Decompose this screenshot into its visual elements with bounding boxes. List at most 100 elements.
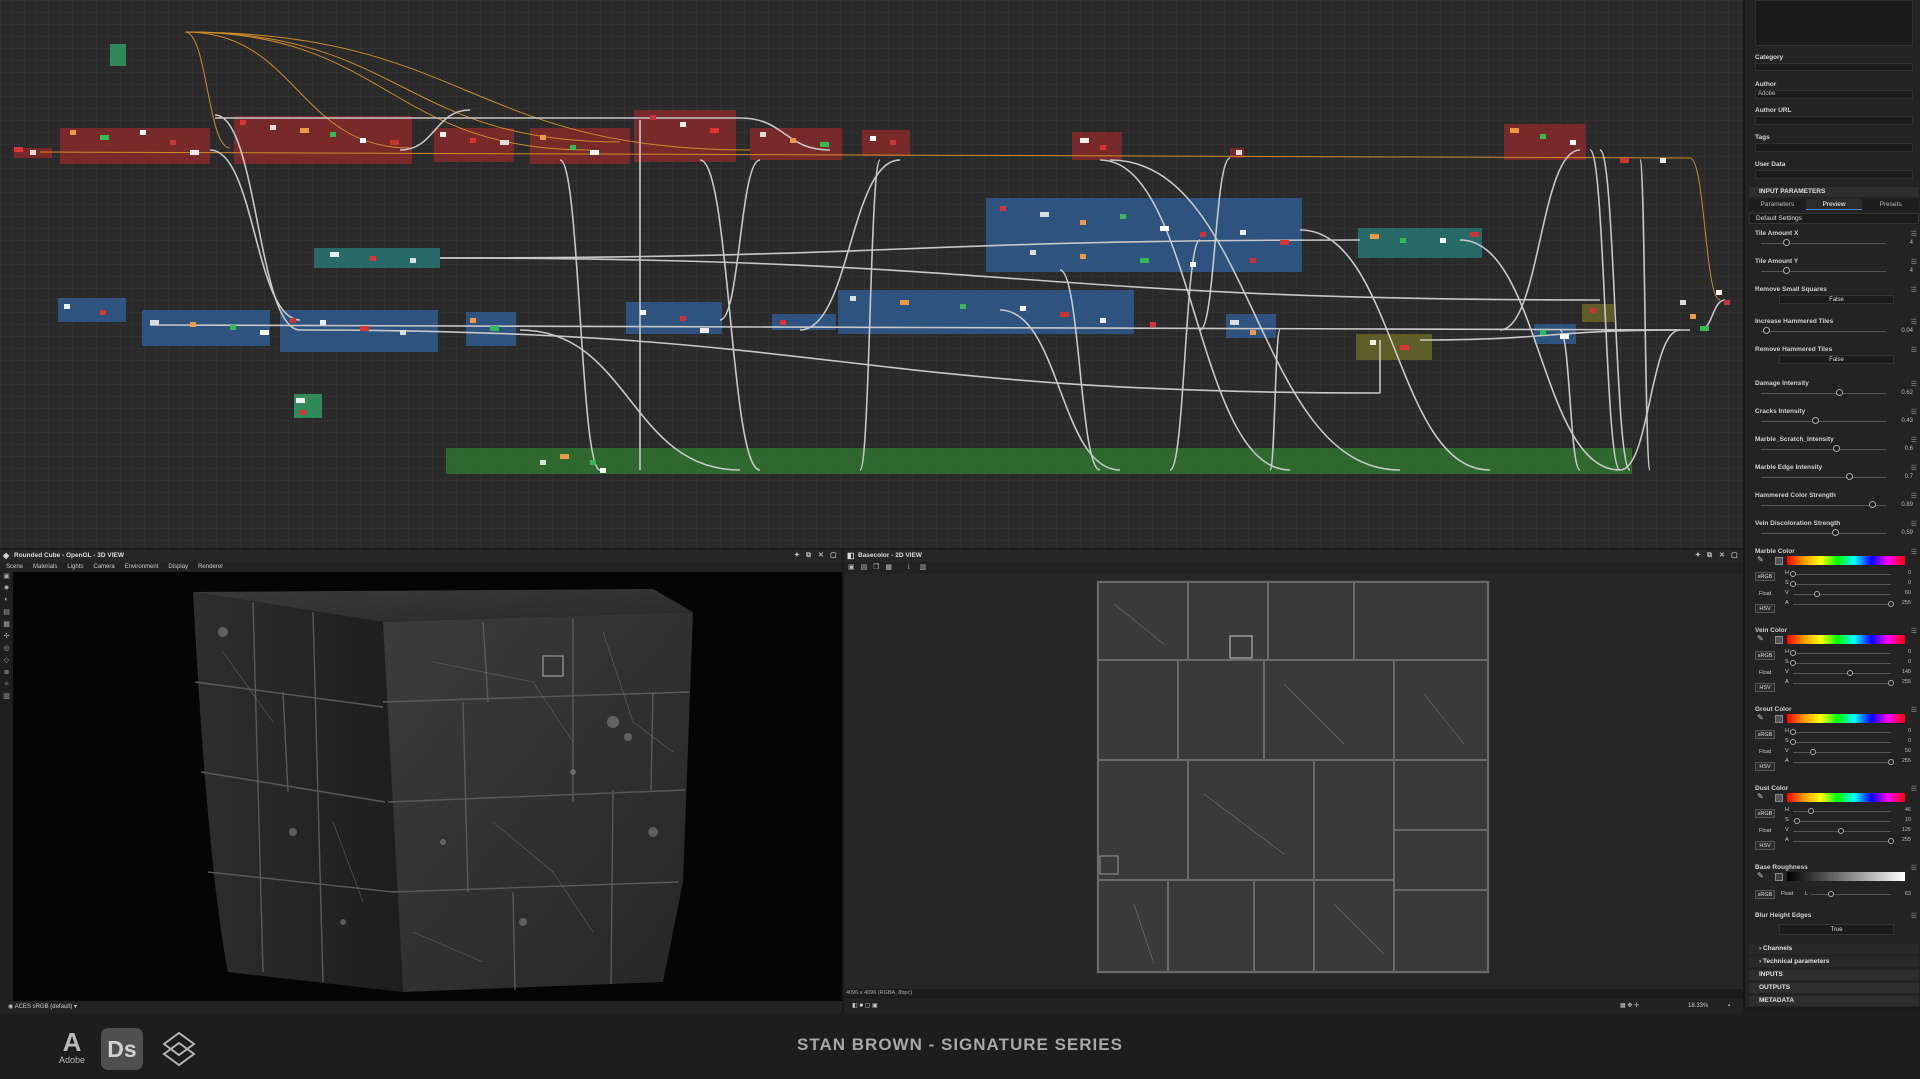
graph-node[interactable] <box>1400 238 1406 243</box>
histogram-icon[interactable]: ▥ <box>919 564 926 571</box>
graph-node[interactable] <box>390 140 399 145</box>
graph-node[interactable] <box>540 460 546 465</box>
tab-parameters[interactable]: Parameters <box>1749 199 1806 210</box>
srgb-button[interactable]: sRGB <box>1755 890 1775 899</box>
graph-node[interactable] <box>290 318 296 323</box>
h-slider-knob[interactable] <box>1790 571 1796 577</box>
viewport-3d[interactable] <box>13 572 842 1001</box>
menu-item-renderer[interactable]: Renderer <box>198 564 223 570</box>
color-swatch[interactable] <box>1775 715 1783 723</box>
graph-node[interactable] <box>1236 150 1242 155</box>
tool-icon[interactable]: ✧ <box>0 680 13 692</box>
a-slider-track[interactable] <box>1793 762 1891 763</box>
slider-knob[interactable] <box>1869 501 1877 508</box>
graph-node[interactable] <box>1660 158 1666 163</box>
v-slider-knob[interactable] <box>1813 591 1820 597</box>
graph-node[interactable] <box>1080 254 1086 259</box>
graph-node[interactable] <box>1370 340 1376 345</box>
graph-node[interactable] <box>540 135 546 140</box>
h-slider-track[interactable] <box>1793 653 1891 654</box>
input-parameters-header[interactable]: INPUT PARAMETERS <box>1749 187 1919 197</box>
bool-toggle[interactable]: False <box>1779 295 1894 304</box>
copy-icon[interactable]: ❐ <box>873 564 879 571</box>
close-icon[interactable]: ✕ <box>818 550 824 562</box>
menu-item-camera[interactable]: Camera <box>93 564 114 570</box>
v-slider-track[interactable] <box>1793 673 1891 674</box>
graph-node[interactable] <box>70 130 76 135</box>
graph-node[interactable] <box>1020 306 1026 311</box>
slider-track[interactable] <box>1761 477 1886 478</box>
srgb-button[interactable]: sRGB <box>1755 572 1775 581</box>
graph-node[interactable] <box>190 150 199 155</box>
outputs-section[interactable]: OUTPUTS <box>1749 983 1919 993</box>
menu-icon[interactable]: ☰ <box>1911 230 1917 238</box>
axis-icon[interactable]: ✢ <box>0 632 13 644</box>
hue-gradient[interactable] <box>1787 714 1905 723</box>
l-slider-track[interactable] <box>1811 894 1891 895</box>
graph-node[interactable] <box>14 147 23 152</box>
graph-node[interactable] <box>1230 320 1239 325</box>
graph-node[interactable] <box>1150 322 1156 327</box>
grayscale-gradient[interactable] <box>1787 872 1905 881</box>
undock-icon[interactable]: ⧉ <box>806 550 811 562</box>
graph-node[interactable] <box>240 120 246 125</box>
export-icon[interactable]: ▣ <box>848 564 855 571</box>
graph-node[interactable] <box>1190 262 1196 267</box>
graph-node[interactable] <box>190 322 196 327</box>
graph-node[interactable] <box>1120 214 1126 219</box>
eyedropper-icon[interactable]: ✎ <box>1757 555 1764 564</box>
v-slider-knob[interactable] <box>1838 828 1845 834</box>
tab-preview[interactable]: Preview <box>1805 199 1863 210</box>
graph-node[interactable] <box>640 310 646 315</box>
info-icon[interactable]: i <box>908 564 910 571</box>
graph-node[interactable] <box>330 252 339 257</box>
cube-icon[interactable]: ◇ <box>0 656 13 668</box>
v-slider-knob[interactable] <box>1846 670 1853 676</box>
v-slider-track[interactable] <box>1793 752 1891 753</box>
menu-icon[interactable]: ☰ <box>1911 408 1917 416</box>
sphere-icon[interactable]: ◎ <box>0 644 13 656</box>
l-slider-knob[interactable] <box>1828 891 1834 897</box>
menu-icon[interactable]: ☰ <box>1911 286 1917 294</box>
srgb-button[interactable]: sRGB <box>1755 651 1775 660</box>
graph-node[interactable] <box>64 304 70 309</box>
graph-node[interactable] <box>320 320 326 325</box>
graph-node[interactable] <box>30 150 36 155</box>
pin-icon[interactable]: ✦ <box>1695 550 1701 562</box>
graph-node[interactable] <box>230 325 236 330</box>
graph-node[interactable] <box>900 300 909 305</box>
graph-node[interactable] <box>760 132 766 137</box>
hsv-button[interactable]: HSV <box>1755 683 1775 692</box>
graph-node[interactable] <box>100 135 109 140</box>
graph-node[interactable] <box>1680 300 1686 305</box>
s-slider-track[interactable] <box>1793 821 1891 822</box>
author-url-field[interactable] <box>1755 116 1913 125</box>
graph-node[interactable] <box>1620 158 1629 163</box>
bool-toggle[interactable]: False <box>1779 355 1894 364</box>
h-slider-knob[interactable] <box>1807 808 1814 814</box>
slider-knob[interactable] <box>1783 267 1790 274</box>
menu-icon[interactable]: ☰ <box>1911 785 1917 793</box>
a-slider-knob[interactable] <box>1888 601 1894 607</box>
bool-toggle[interactable]: True <box>1779 924 1894 935</box>
color-swatch[interactable] <box>1775 873 1783 881</box>
graph-node[interactable] <box>1280 240 1289 245</box>
menu-item-display[interactable]: Display <box>168 564 188 570</box>
slider-track[interactable] <box>1761 331 1886 332</box>
h-slider-knob[interactable] <box>1790 650 1796 656</box>
fit-icon[interactable]: ▦ ✥ ✢ <box>1620 999 1639 1013</box>
graph-node[interactable] <box>370 256 376 261</box>
menu-item-materials[interactable]: Materials <box>33 564 57 570</box>
s-slider-knob[interactable] <box>1790 739 1796 745</box>
graph-node[interactable] <box>1400 345 1409 350</box>
graph-node[interactable] <box>1100 318 1106 323</box>
graph-node[interactable] <box>1250 330 1256 335</box>
graph-node[interactable] <box>560 454 569 459</box>
slider-track[interactable] <box>1761 449 1886 450</box>
inputs-section[interactable]: INPUTS <box>1749 970 1919 980</box>
close-icon[interactable]: ✕ <box>1719 550 1725 562</box>
slider-track[interactable] <box>1761 271 1886 272</box>
slider-knob[interactable] <box>1763 327 1770 334</box>
graph-node[interactable] <box>1200 232 1206 237</box>
maximize-icon[interactable]: ▢ <box>830 550 837 562</box>
